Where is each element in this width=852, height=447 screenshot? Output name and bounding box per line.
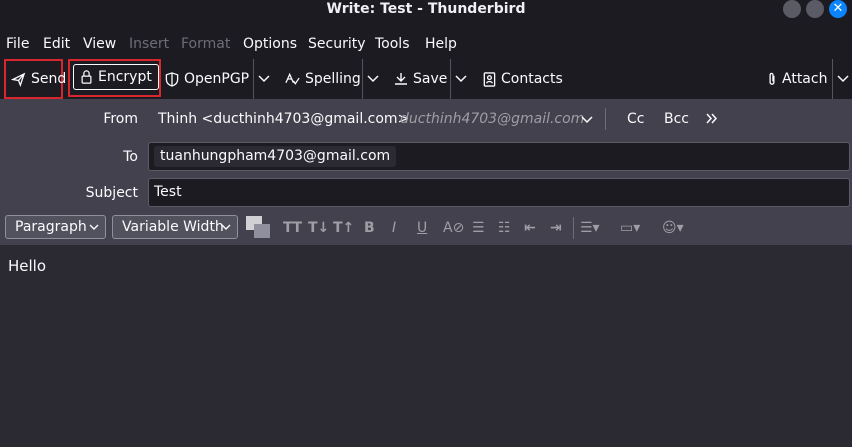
- close-button[interactable]: ✕: [829, 0, 847, 18]
- save-button[interactable]: Save: [394, 59, 447, 99]
- attach-button[interactable]: Attach: [767, 59, 827, 99]
- menu-tools[interactable]: Tools: [375, 36, 410, 52]
- attach-label: Attach: [782, 71, 828, 87]
- indent-icon[interactable]: ⇥: [550, 220, 562, 236]
- font-select-value: Variable Width: [122, 219, 224, 235]
- bcc-button[interactable]: Bcc: [664, 111, 689, 127]
- numbered-list-icon[interactable]: ☷: [498, 220, 511, 236]
- spelling-dropdown[interactable]: [362, 59, 379, 99]
- lock-icon: [81, 70, 92, 84]
- menu-view[interactable]: View: [83, 36, 116, 52]
- menu-bar: File Edit View Insert Format Options Sec…: [0, 30, 852, 59]
- menu-insert[interactable]: Insert: [129, 36, 169, 52]
- attach-dropdown[interactable]: [832, 59, 849, 99]
- menu-edit[interactable]: Edit: [43, 36, 70, 52]
- recipient-pill[interactable]: tuanhungpham4703@gmail.com: [154, 146, 397, 167]
- send-label: Send: [31, 71, 67, 87]
- underline-icon[interactable]: U: [417, 220, 427, 236]
- menu-format[interactable]: Format: [181, 36, 230, 52]
- font-size-smaller-icon[interactable]: ТТ: [283, 220, 302, 236]
- italic-icon[interactable]: I: [392, 220, 396, 236]
- to-label: To: [123, 149, 138, 165]
- menu-help[interactable]: Help: [425, 36, 457, 52]
- spelling-button[interactable]: Spelling: [285, 59, 361, 99]
- send-icon: [11, 72, 26, 87]
- bullet-list-icon[interactable]: ☰: [472, 220, 485, 236]
- subject-field[interactable]: Test: [148, 178, 850, 207]
- format-toolbar: Paragraph Variable Width ТТ Т↓ Т↑ B I U …: [0, 211, 852, 245]
- text-style-icon[interactable]: Т↑: [333, 220, 354, 236]
- from-label: From: [103, 111, 138, 127]
- shield-icon: [165, 71, 179, 87]
- openpgp-dropdown[interactable]: [253, 59, 270, 99]
- save-label: Save: [413, 71, 448, 87]
- subject-value: Test: [154, 184, 182, 200]
- menu-options[interactable]: Options: [243, 36, 297, 52]
- paragraph-select-value: Paragraph: [15, 219, 87, 235]
- paperclip-icon: [769, 72, 775, 85]
- divider: [605, 108, 606, 130]
- maximize-button[interactable]: [806, 0, 824, 18]
- message-body[interactable]: Hello: [0, 245, 852, 447]
- chevron-down-icon: [89, 224, 99, 230]
- chevron-down-icon: [258, 75, 270, 83]
- spelling-label: Spelling: [305, 71, 361, 87]
- spellcheck-icon: [285, 72, 300, 85]
- save-dropdown[interactable]: [450, 59, 467, 99]
- chevron-down-icon: [367, 75, 379, 83]
- from-select[interactable]: Thinh <ducthinh4703@gmail.com>: [158, 111, 409, 127]
- align-icon[interactable]: ☰▾: [580, 220, 600, 236]
- address-book-icon: [483, 71, 496, 87]
- font-size-larger-icon[interactable]: Т↓: [308, 220, 329, 236]
- menu-file[interactable]: File: [6, 36, 29, 52]
- chevron-down-icon: [837, 75, 849, 83]
- openpgp-button[interactable]: OpenPGP: [165, 59, 249, 99]
- compose-toolbar: Send Encrypt OpenPGP Spelling Save Conta…: [0, 59, 852, 99]
- from-identity: ducthinh4703@gmail.com: [400, 111, 585, 127]
- encrypt-button[interactable]: Encrypt: [73, 64, 159, 90]
- double-chevron-right-icon[interactable]: [706, 113, 718, 124]
- message-text: Hello: [8, 257, 47, 275]
- divider: [573, 217, 574, 239]
- send-button[interactable]: Send: [11, 59, 66, 99]
- chevron-down-icon[interactable]: [581, 116, 593, 124]
- bold-icon[interactable]: B: [364, 220, 375, 236]
- font-select[interactable]: Variable Width: [112, 215, 238, 239]
- background-color-icon[interactable]: [254, 224, 270, 238]
- title-bar: Write: Test - Thunderbird ✕: [0, 0, 852, 30]
- outdent-icon[interactable]: ⇤: [524, 220, 536, 236]
- emoji-icon[interactable]: ☺▾: [662, 220, 684, 236]
- encrypt-label: Encrypt: [98, 69, 152, 85]
- chevron-down-icon: [455, 75, 467, 83]
- window-title: Write: Test - Thunderbird: [326, 1, 526, 17]
- cc-button[interactable]: Cc: [627, 111, 644, 127]
- download-icon: [395, 73, 407, 85]
- remove-formatting-icon[interactable]: A⊘: [443, 220, 464, 236]
- insert-image-icon[interactable]: ▭▾: [620, 220, 640, 236]
- compose-header: From Thinh <ducthinh4703@gmail.com> duct…: [0, 99, 852, 211]
- contacts-button[interactable]: Contacts: [482, 59, 563, 99]
- openpgp-label: OpenPGP: [184, 71, 250, 87]
- subject-label: Subject: [85, 185, 138, 201]
- minimize-button[interactable]: [783, 0, 801, 18]
- to-field[interactable]: tuanhungpham4703@gmail.com: [148, 142, 850, 171]
- paragraph-select[interactable]: Paragraph: [5, 215, 106, 239]
- menu-security[interactable]: Security: [308, 36, 366, 52]
- chevron-down-icon: [221, 224, 231, 230]
- contacts-label: Contacts: [501, 71, 563, 87]
